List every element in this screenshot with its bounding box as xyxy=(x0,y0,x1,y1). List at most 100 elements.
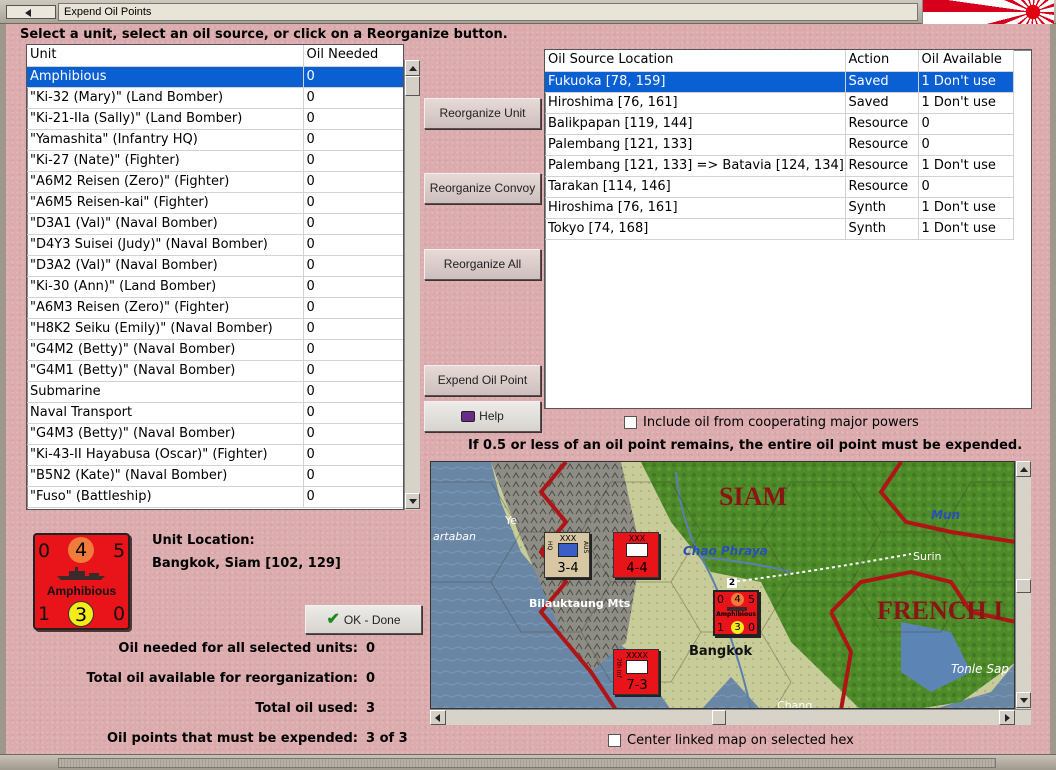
unit-table-row[interactable]: "G4M3 (Betty)" (Naval Bomber) 0 xyxy=(27,423,403,445)
unit-table-row[interactable]: "G4M2 (Betty)" (Naval Bomber) 0 xyxy=(27,339,403,361)
map-unit-corps[interactable]: XXX 4-4 xyxy=(613,532,659,578)
arrow-up-icon xyxy=(1020,467,1028,472)
include-oil-checkbox[interactable] xyxy=(624,416,637,429)
oil-needed-column-header[interactable]: Oil Needed xyxy=(303,45,403,67)
unit-table-row[interactable]: "A6M2 Reisen (Zero)" (Fighter) 0 xyxy=(27,171,403,193)
map-unit-corps-size: XXX xyxy=(628,534,646,543)
window-title: Expend Oil Points xyxy=(58,3,918,21)
stat-total-used-value: 3 xyxy=(366,701,376,716)
unit-column-header[interactable]: Unit xyxy=(27,45,304,67)
counter-bottom-center: 3 xyxy=(68,601,94,627)
oil-available-cell: 1 Don't use xyxy=(918,155,1014,177)
oil-source-location-cell: Fukuoka [78, 159] xyxy=(545,71,846,93)
oil-source-location-header[interactable]: Oil Source Location xyxy=(545,50,846,72)
unit-location-value: Bangkok, Siam [102, 129] xyxy=(152,556,341,571)
oil-available-cell: 1 Don't use xyxy=(918,92,1014,114)
map-label-tonle-sap: Tonle Sap xyxy=(951,662,1009,676)
counter-top-right: 5 xyxy=(113,540,126,562)
map-horizontal-scrollbar[interactable] xyxy=(430,709,1031,725)
window-frame-bottom xyxy=(0,754,1056,770)
map-hscroll-thumb[interactable] xyxy=(712,710,726,725)
unit-table-row[interactable]: "Yamashita" (Infantry HQ) 0 xyxy=(27,129,403,151)
unit-table-row[interactable]: "B5N2 (Kate)" (Naval Bomber) 0 xyxy=(27,465,403,487)
checkmark-icon: ✔ xyxy=(326,611,340,628)
unit-table-row[interactable]: "D4Y3 Suisei (Judy)" (Naval Bomber) 0 xyxy=(27,234,403,256)
unit-table-row[interactable]: Amphibious 0 xyxy=(27,66,403,88)
oil-needed-cell: 0 xyxy=(303,339,403,361)
stat-oil-needed-value: 0 xyxy=(366,641,376,656)
center-map-checkbox[interactable] xyxy=(608,734,621,747)
map-vscroll-thumb[interactable] xyxy=(1016,579,1031,593)
map-label-martaban: artaban xyxy=(433,530,477,543)
map-unit-amphibious-selected[interactable]: 0 4 5 Amphibious 1 3 0 xyxy=(713,590,759,636)
oil-needed-cell: 0 xyxy=(303,276,403,298)
map-unit-hq[interactable]: XXX HQ AUS 3-4 xyxy=(544,532,590,578)
scroll-thumb[interactable] xyxy=(405,76,420,96)
map-vertical-scrollbar[interactable] xyxy=(1015,461,1031,709)
oil-source-list[interactable]: Oil Source Location Action Oil Available… xyxy=(544,49,1032,409)
oil-source-row[interactable]: Tokyo [74, 168] Synth 1 Don't use xyxy=(545,218,1014,240)
oil-needed-cell: 0 xyxy=(303,360,403,382)
map-scroll-up-button[interactable] xyxy=(1016,461,1031,477)
map-scroll-left-button[interactable] xyxy=(430,710,446,725)
scroll-down-button[interactable] xyxy=(405,493,420,509)
reorganize-unit-button[interactable]: Reorganize Unit xyxy=(424,98,541,129)
unit-table-row[interactable]: Naval Transport 0 xyxy=(27,402,403,424)
expend-oil-point-button[interactable]: Expend Oil Point xyxy=(424,365,541,396)
oil-source-location-cell: Palembang [121, 133] => Batavia [124, 13… xyxy=(545,155,846,177)
unit-name-cell: "Ki-43-II Hayabusa (Oscar)" (Fighter) xyxy=(27,444,304,466)
unit-table-row[interactable]: "Ki-43-II Hayabusa (Oscar)" (Fighter) 0 xyxy=(27,444,403,466)
instruction-text: Select a unit, select an oil source, or … xyxy=(20,27,508,42)
unit-table-row[interactable]: "Ki-27 (Nate)" (Fighter) 0 xyxy=(27,150,403,172)
oil-source-row[interactable]: Palembang [121, 133] => Batavia [124, 13… xyxy=(545,155,1014,177)
reorganize-convoy-button[interactable]: Reorganize Convoy xyxy=(424,173,541,204)
action-header[interactable]: Action xyxy=(845,50,919,72)
oil-source-row[interactable]: Balikpapan [119, 144] Resource 0 xyxy=(545,113,1014,135)
unit-table-row[interactable]: "Ki-21-IIa (Sally)" (Land Bomber) 0 xyxy=(27,108,403,130)
oil-needed-cell: 0 xyxy=(303,381,403,403)
reorganize-all-button[interactable]: Reorganize All xyxy=(424,249,541,280)
unit-name-cell: "D3A1 (Val)" (Naval Bomber) xyxy=(27,213,304,235)
unit-list-scrollbar[interactable] xyxy=(404,60,420,510)
unit-name-cell: "Yamashita" (Infantry HQ) xyxy=(27,129,304,151)
include-oil-checkbox-row[interactable]: Include oil from cooperating major power… xyxy=(624,415,919,430)
oil-source-row[interactable]: Tarakan [114, 146] Resource 0 xyxy=(545,176,1014,198)
arrow-down-icon xyxy=(409,499,417,504)
map-label-mun: Mun xyxy=(931,508,961,522)
unit-table-row[interactable]: "Ki-32 (Mary)" (Land Bomber) 0 xyxy=(27,87,403,109)
map-scroll-down-button[interactable] xyxy=(1016,692,1031,708)
oil-action-cell: Resource xyxy=(845,176,919,198)
unit-table-row[interactable]: "A6M3 Reisen (Zero)" (Fighter) 0 xyxy=(27,297,403,319)
unit-list[interactable]: Unit Oil Needed Amphibious 0 "Ki-32 (Mary)… xyxy=(26,44,404,510)
unit-table-row[interactable]: "G4M1 (Betty)" (Naval Bomber) 0 xyxy=(27,360,403,382)
unit-table-row[interactable]: "D3A2 (Val)" (Naval Bomber) 0 xyxy=(27,255,403,277)
stat-must-expend-label: Oil points that must be expended: xyxy=(106,731,358,746)
oil-source-row[interactable]: Hiroshima [76, 161] Saved 1 Don't use xyxy=(545,92,1014,114)
title-bar: Expend Oil Points xyxy=(0,0,1056,24)
unit-table-row[interactable]: "Fuso" (Battleship) 0 xyxy=(27,486,403,508)
unit-table-row[interactable]: "D3A1 (Val)" (Naval Bomber) 0 xyxy=(27,213,403,235)
unit-table-row[interactable]: "A6M5 Reisen-kai" (Fighter) 0 xyxy=(27,192,403,214)
unit-table-row[interactable]: Submarine 0 xyxy=(27,381,403,403)
map-unit-army[interactable]: XXXX 7th Inf 7-3 xyxy=(613,649,659,695)
map-scroll-right-button[interactable] xyxy=(999,710,1015,725)
help-button[interactable]: Help xyxy=(424,401,541,432)
map-view[interactable]: SIAM FRENCH I artaban Ye Chao Phraya Mun… xyxy=(430,461,1015,709)
unit-table-row[interactable]: "Ki-30 (Ann)" (Land Bomber) 0 xyxy=(27,276,403,298)
rising-sun-flag-icon xyxy=(922,0,1054,24)
oil-available-header[interactable]: Oil Available xyxy=(918,50,1014,72)
map-unit-army-side: 7th Inf xyxy=(615,658,622,678)
center-map-checkbox-row[interactable]: Center linked map on selected hex xyxy=(608,733,854,748)
unit-table: Unit Oil Needed Amphibious 0 "Ki-32 (Mary)… xyxy=(27,45,403,508)
oil-needed-cell: 0 xyxy=(303,87,403,109)
oil-source-row[interactable]: Hiroshima [76, 161] Synth 1 Don't use xyxy=(545,197,1014,219)
unit-counter: 0 4 5 Amphibious 1 3 0 xyxy=(33,533,130,630)
oil-source-location-cell: Palembang [121, 133] xyxy=(545,134,846,156)
scroll-up-button[interactable] xyxy=(405,60,420,76)
oil-source-row[interactable]: Fukuoka [78, 159] Saved 1 Don't use xyxy=(545,71,1014,93)
oil-source-row[interactable]: Palembang [121, 133] Resource 0 xyxy=(545,134,1014,156)
window-menu-button[interactable] xyxy=(6,5,56,19)
ok-done-button[interactable]: ✔ OK - Done xyxy=(305,605,422,634)
unit-table-row[interactable]: "H8K2 Seiku (Emily)" (Naval Bomber) 0 xyxy=(27,318,403,340)
oil-available-cell: 1 Don't use xyxy=(918,218,1014,240)
